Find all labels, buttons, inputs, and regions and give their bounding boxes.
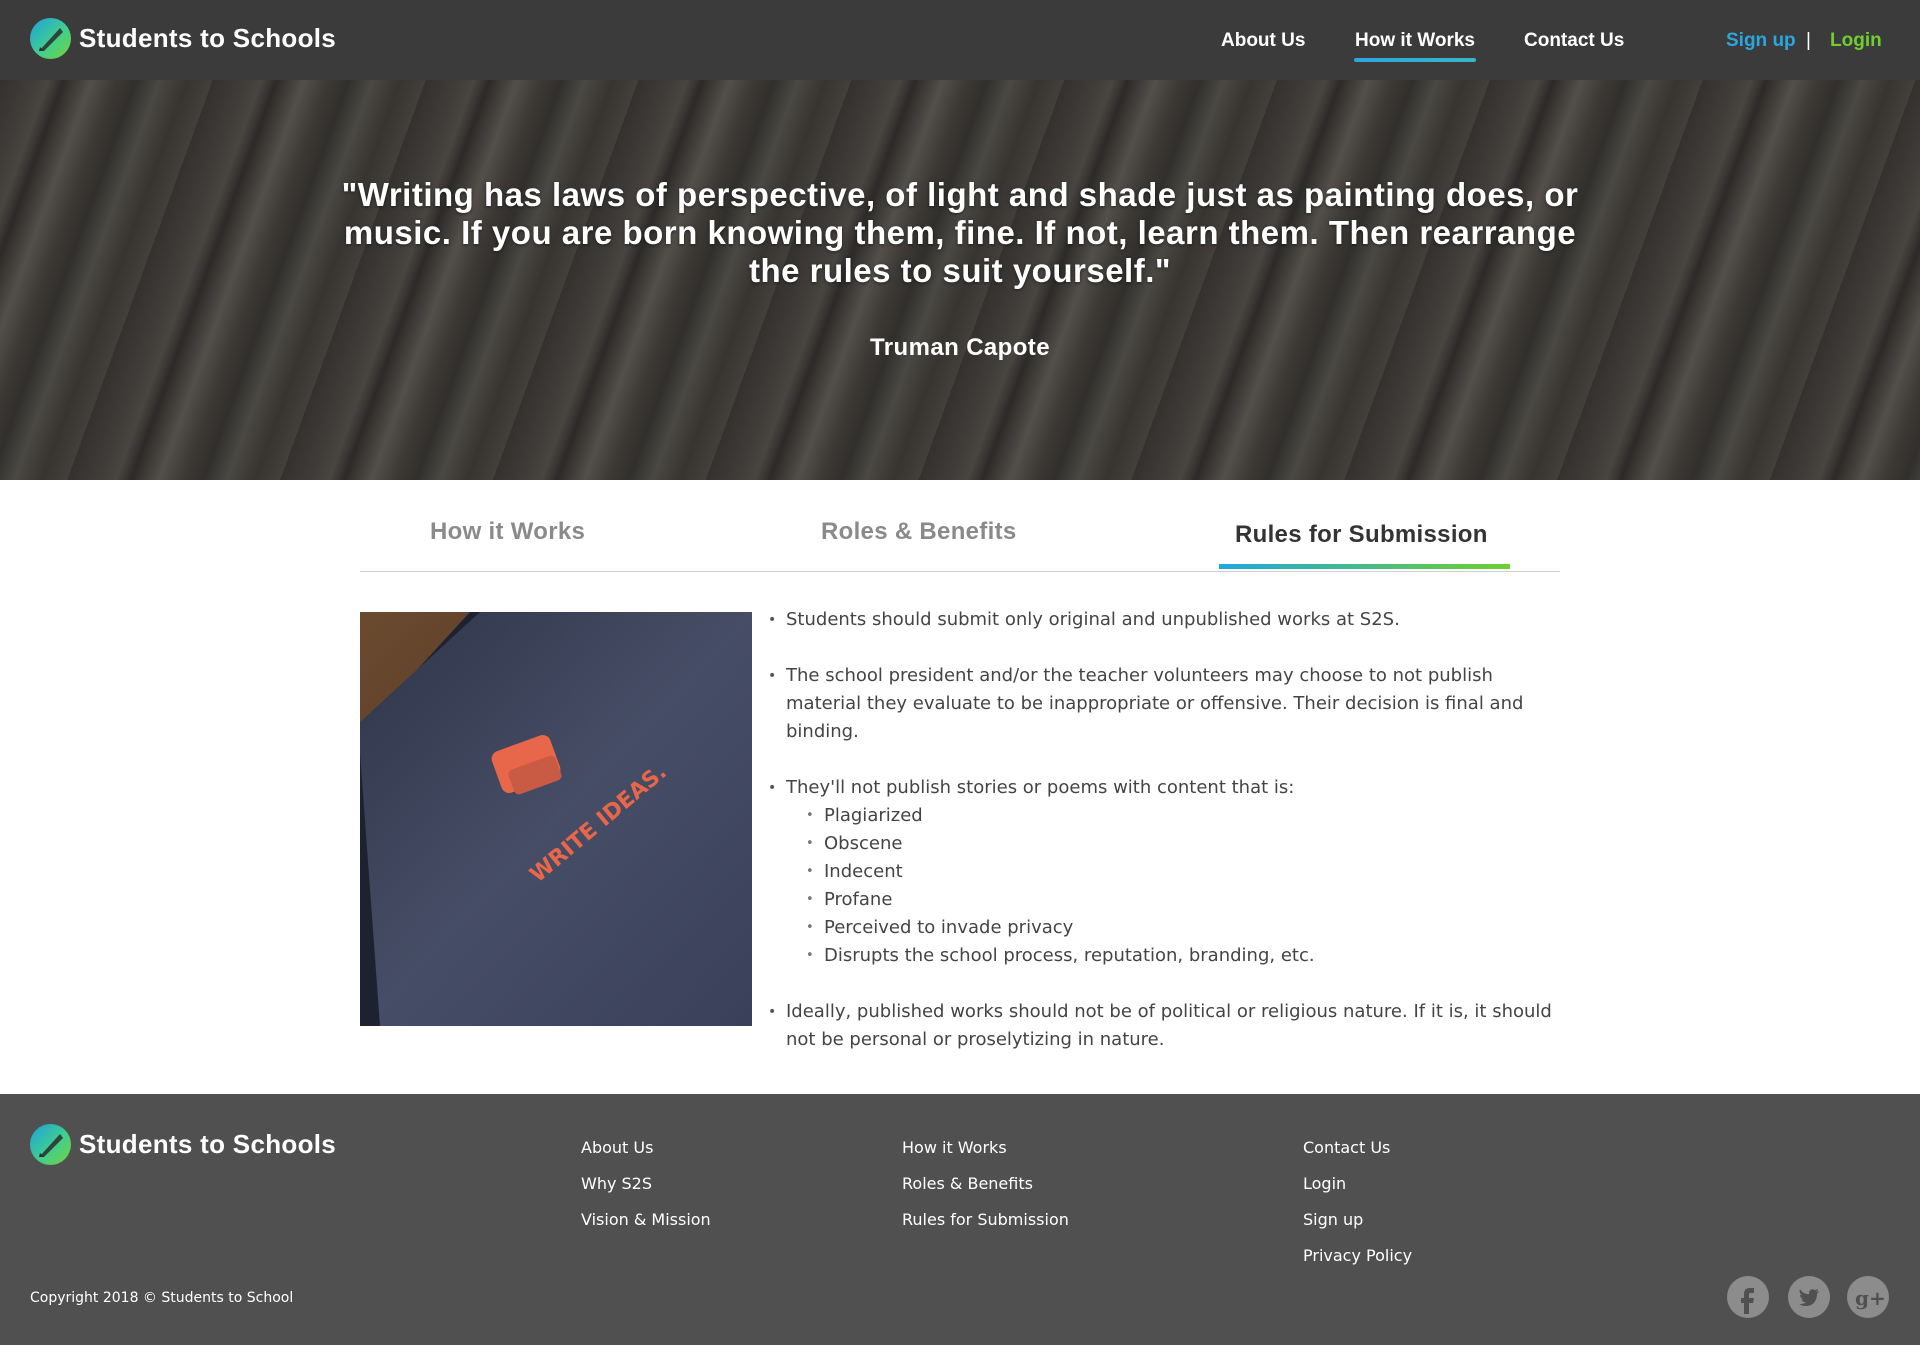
sub-item: • Disrupts the school process, reputation… [786,942,1568,970]
rule-item: • They'll not publish stories or poems w… [768,774,1568,970]
rules-list: • Students should submit only original a… [768,606,1568,1082]
footer-link-why-s2s[interactable]: Why S2S [581,1174,652,1193]
nav-how-it-works[interactable]: How it Works [1355,30,1475,52]
footer-link-privacy-policy[interactable]: Privacy Policy [1303,1246,1412,1265]
bullet-icon: • [806,836,814,851]
login-link[interactable]: Login [1830,30,1882,52]
notebook-image: WRITE IDEAS. [360,612,752,1026]
bullet-icon: • [806,920,814,935]
nav-active-indicator [1354,58,1476,62]
sub-item: • Indecent [786,858,1568,886]
sub-item: • Plagiarized [786,802,1568,830]
nav-about-us[interactable]: About Us [1221,30,1305,52]
rule-item: • The school president and/or the teache… [768,662,1568,746]
footer-link-sign-up[interactable]: Sign up [1303,1210,1363,1229]
bullet-icon: • [768,668,777,684]
brand-name: Students to Schools [79,23,337,53]
brand[interactable]: Students to Schools [30,18,336,59]
rule-text: They'll not publish stories or poems wit… [786,777,1295,798]
footer-brand[interactable]: Students to Schools [30,1124,336,1165]
footer-link-how-it-works[interactable]: How it Works [902,1138,1007,1157]
footer-link-rules-submission[interactable]: Rules for Submission [902,1210,1069,1229]
svg-text:g+: g+ [1855,1286,1886,1310]
tab-rules-for-submission[interactable]: Rules for Submission [1235,521,1488,549]
sub-item-text: Perceived to invade privacy [824,917,1074,938]
bullet-icon: • [806,808,814,823]
bullet-icon: • [806,948,814,963]
footer-brand-name: Students to Schools [79,1129,337,1159]
twitter-icon[interactable] [1788,1276,1830,1318]
footer-link-about-us[interactable]: About Us [581,1138,653,1157]
hero-banner: "Writing has laws of perspective, of lig… [0,80,1920,480]
footer-link-login[interactable]: Login [1303,1174,1346,1193]
rule-item: • Ideally, published works should not be… [768,998,1568,1054]
rule-text: Students should submit only original and… [786,609,1400,630]
tab-roles-benefits[interactable]: Roles & Benefits [821,518,1017,546]
sub-item-text: Profane [824,889,893,910]
tab-how-it-works[interactable]: How it Works [430,518,585,546]
hero-quote: "Writing has laws of perspective, of lig… [341,176,1579,289]
sub-item: • Obscene [786,830,1568,858]
nav-contact-us[interactable]: Contact Us [1524,30,1624,52]
rule-text: Ideally, published works should not be o… [786,1001,1552,1050]
sub-item: • Profane [786,886,1568,914]
bullet-icon: • [768,1004,777,1020]
top-navbar: Students to Schools About Us How it Work… [0,0,1920,80]
facebook-icon[interactable] [1727,1276,1769,1318]
footer-link-roles-benefits[interactable]: Roles & Benefits [902,1174,1033,1193]
google-plus-icon[interactable]: g+ [1847,1276,1889,1318]
footer-link-vision-mission[interactable]: Vision & Mission [581,1210,711,1229]
auth-separator: | [1806,30,1811,51]
rule-item: • Students should submit only original a… [768,606,1568,634]
sub-item-text: Obscene [824,833,903,854]
sub-item-text: Disrupts the school process, reputation,… [824,945,1315,966]
sub-item-text: Plagiarized [824,805,923,826]
logo-icon [30,18,71,59]
bullet-icon: • [768,780,777,796]
bullet-icon: • [806,892,814,907]
hero-quote-author: Truman Capote [870,334,1050,361]
content-tabs: How it Works Roles & Benefits Rules for … [360,480,1560,572]
footer: Students to Schools About Us Why S2S Vis… [0,1094,1920,1345]
bullet-icon: • [768,612,777,628]
signup-link[interactable]: Sign up [1726,30,1796,52]
rule-text: The school president and/or the teacher … [786,665,1524,742]
sub-item: • Perceived to invade privacy [786,914,1568,942]
logo-icon [30,1124,71,1165]
footer-link-contact-us[interactable]: Contact Us [1303,1138,1390,1157]
sub-item-text: Indecent [824,861,903,882]
copyright-text: Copyright 2018 © Students to School [30,1290,294,1306]
bullet-icon: • [806,864,814,879]
tab-active-indicator [1219,564,1510,569]
